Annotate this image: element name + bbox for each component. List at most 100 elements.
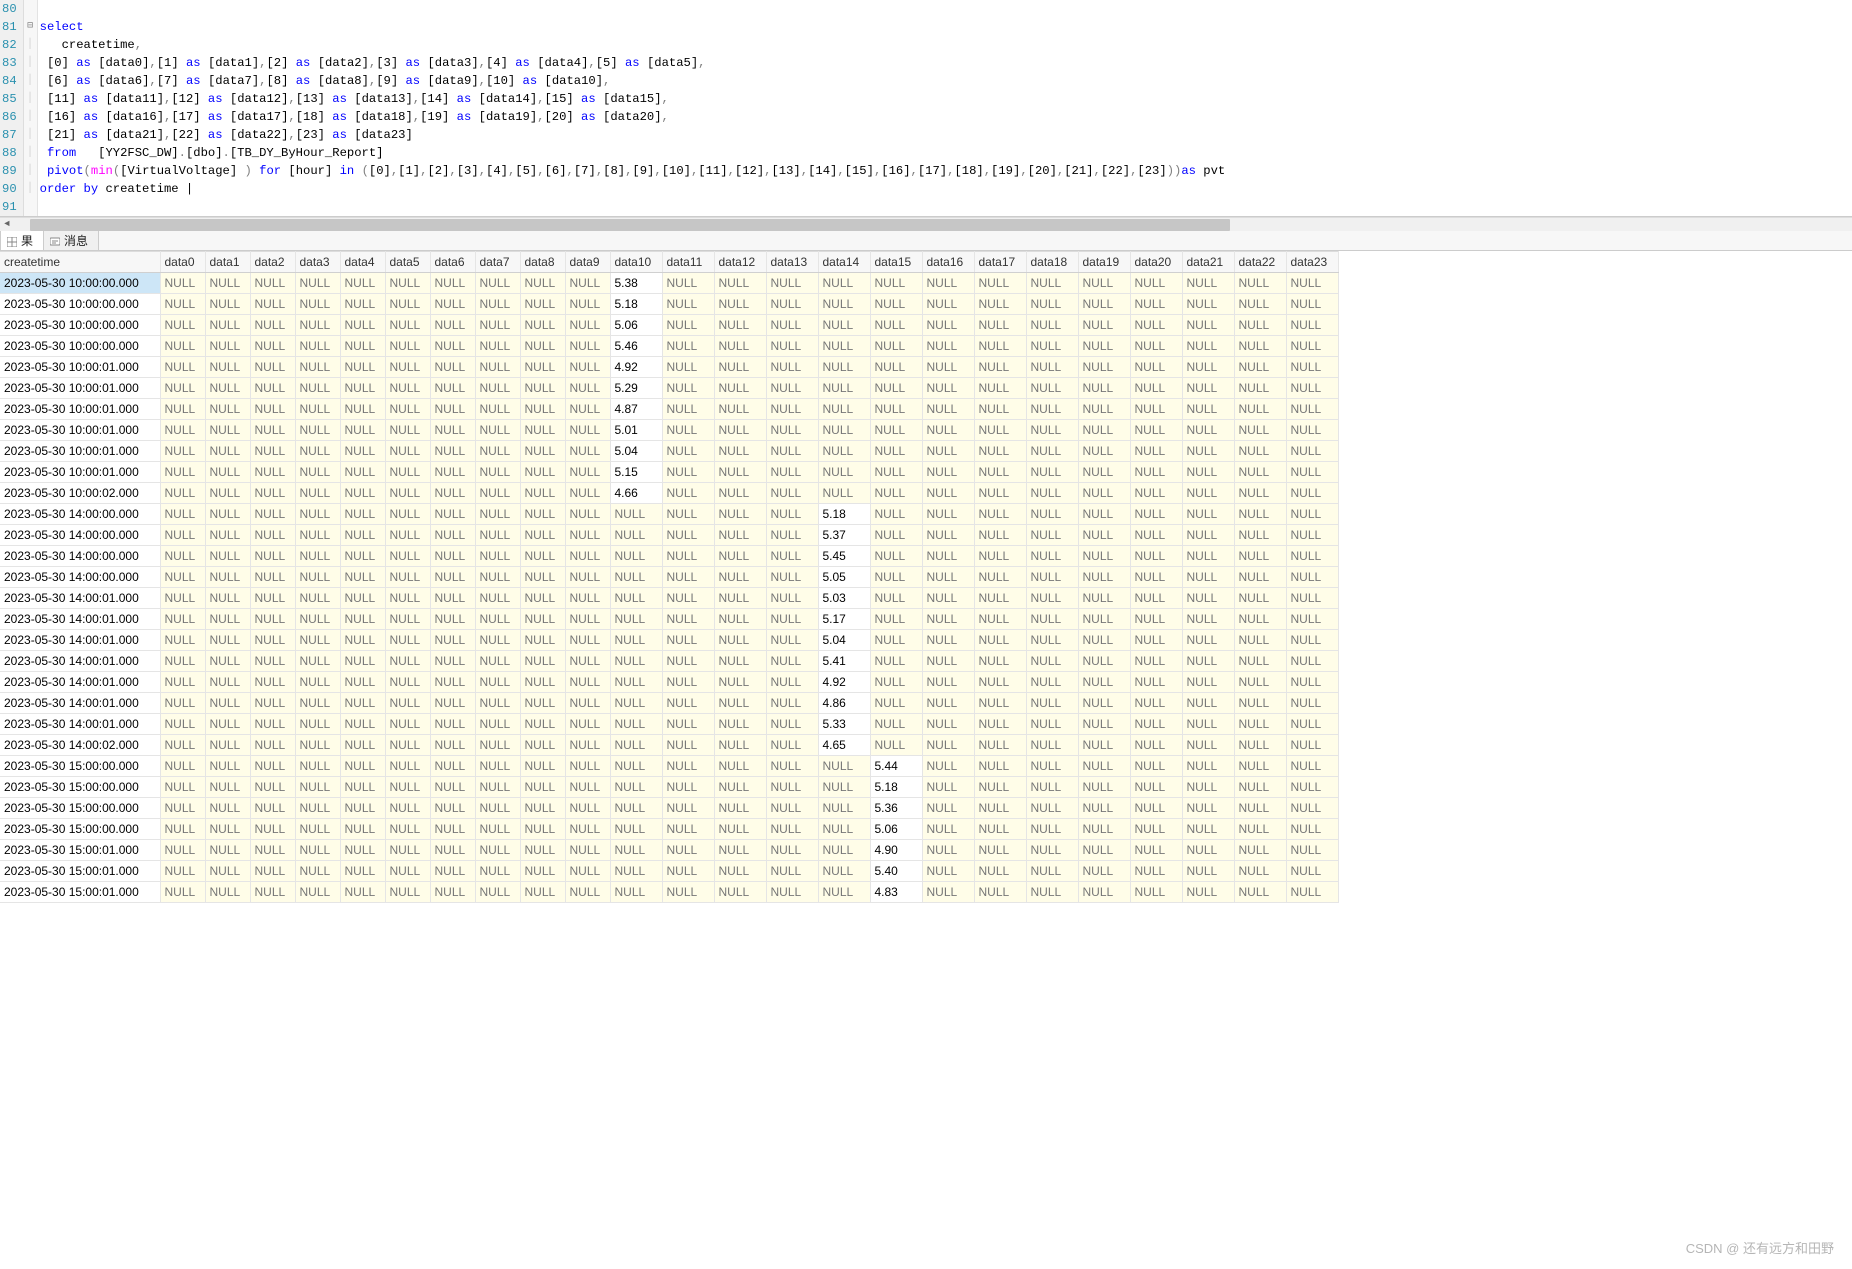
cell-data[interactable]: NULL bbox=[870, 735, 922, 756]
cell-createtime[interactable]: 2023-05-30 15:00:00.000 bbox=[0, 777, 160, 798]
cell-data[interactable]: NULL bbox=[974, 294, 1026, 315]
cell-data[interactable]: 4.87 bbox=[610, 399, 662, 420]
cell-data[interactable]: NULL bbox=[1234, 819, 1286, 840]
cell-data[interactable]: NULL bbox=[662, 588, 714, 609]
cell-data[interactable]: NULL bbox=[1286, 462, 1338, 483]
cell-data[interactable]: NULL bbox=[714, 525, 766, 546]
cell-data[interactable]: NULL bbox=[974, 609, 1026, 630]
cell-createtime[interactable]: 2023-05-30 15:00:00.000 bbox=[0, 798, 160, 819]
cell-data[interactable]: NULL bbox=[250, 651, 295, 672]
cell-data[interactable]: NULL bbox=[610, 756, 662, 777]
cell-data[interactable]: NULL bbox=[430, 441, 475, 462]
cell-data[interactable]: NULL bbox=[1026, 315, 1078, 336]
cell-data[interactable]: NULL bbox=[1026, 567, 1078, 588]
cell-data[interactable]: NULL bbox=[1130, 378, 1182, 399]
cell-data[interactable]: NULL bbox=[1130, 693, 1182, 714]
cell-data[interactable]: NULL bbox=[565, 861, 610, 882]
cell-data[interactable]: NULL bbox=[1130, 798, 1182, 819]
cell-data[interactable]: NULL bbox=[1234, 861, 1286, 882]
cell-data[interactable]: NULL bbox=[766, 588, 818, 609]
cell-data[interactable]: NULL bbox=[385, 882, 430, 903]
cell-data[interactable]: NULL bbox=[1026, 819, 1078, 840]
cell-data[interactable]: NULL bbox=[1130, 399, 1182, 420]
cell-data[interactable]: NULL bbox=[1078, 567, 1130, 588]
cell-data[interactable]: 5.38 bbox=[610, 273, 662, 294]
cell-data[interactable]: NULL bbox=[295, 693, 340, 714]
cell-data[interactable]: NULL bbox=[295, 735, 340, 756]
cell-data[interactable]: NULL bbox=[430, 504, 475, 525]
cell-data[interactable]: 4.90 bbox=[870, 840, 922, 861]
cell-data[interactable]: NULL bbox=[714, 672, 766, 693]
cell-data[interactable]: NULL bbox=[974, 651, 1026, 672]
cell-data[interactable]: NULL bbox=[250, 336, 295, 357]
table-row[interactable]: 2023-05-30 14:00:01.000NULLNULLNULLNULLN… bbox=[0, 609, 1338, 630]
cell-data[interactable]: NULL bbox=[160, 315, 205, 336]
cell-data[interactable]: NULL bbox=[1234, 672, 1286, 693]
cell-data[interactable]: NULL bbox=[1234, 315, 1286, 336]
cell-data[interactable]: NULL bbox=[160, 420, 205, 441]
cell-data[interactable]: NULL bbox=[818, 378, 870, 399]
cell-data[interactable]: NULL bbox=[205, 882, 250, 903]
cell-data[interactable]: NULL bbox=[1286, 630, 1338, 651]
cell-data[interactable]: 5.04 bbox=[818, 630, 870, 651]
cell-data[interactable]: NULL bbox=[766, 714, 818, 735]
column-header[interactable]: data16 bbox=[922, 252, 974, 273]
cell-data[interactable]: NULL bbox=[818, 861, 870, 882]
cell-data[interactable]: NULL bbox=[974, 378, 1026, 399]
cell-data[interactable]: NULL bbox=[250, 840, 295, 861]
cell-data[interactable]: NULL bbox=[766, 672, 818, 693]
cell-data[interactable]: NULL bbox=[870, 525, 922, 546]
cell-data[interactable]: NULL bbox=[1078, 378, 1130, 399]
cell-data[interactable]: 4.66 bbox=[610, 483, 662, 504]
cell-createtime[interactable]: 2023-05-30 10:00:00.000 bbox=[0, 273, 160, 294]
table-row[interactable]: 2023-05-30 14:00:01.000NULLNULLNULLNULLN… bbox=[0, 714, 1338, 735]
cell-data[interactable]: NULL bbox=[662, 798, 714, 819]
cell-data[interactable]: NULL bbox=[662, 756, 714, 777]
table-row[interactable]: 2023-05-30 10:00:00.000NULLNULLNULLNULLN… bbox=[0, 273, 1338, 294]
cell-data[interactable]: NULL bbox=[160, 693, 205, 714]
column-header[interactable]: data12 bbox=[714, 252, 766, 273]
cell-data[interactable]: NULL bbox=[870, 399, 922, 420]
cell-data[interactable]: NULL bbox=[766, 735, 818, 756]
cell-data[interactable]: NULL bbox=[1130, 756, 1182, 777]
cell-data[interactable]: NULL bbox=[714, 441, 766, 462]
cell-data[interactable]: NULL bbox=[766, 462, 818, 483]
cell-data[interactable]: NULL bbox=[714, 714, 766, 735]
cell-data[interactable]: NULL bbox=[295, 588, 340, 609]
cell-data[interactable]: NULL bbox=[870, 546, 922, 567]
cell-data[interactable]: NULL bbox=[922, 378, 974, 399]
column-header[interactable]: data20 bbox=[1130, 252, 1182, 273]
cell-data[interactable]: NULL bbox=[922, 882, 974, 903]
cell-data[interactable]: NULL bbox=[1026, 525, 1078, 546]
cell-data[interactable]: NULL bbox=[475, 399, 520, 420]
cell-data[interactable]: NULL bbox=[870, 357, 922, 378]
cell-data[interactable]: NULL bbox=[974, 441, 1026, 462]
cell-data[interactable]: NULL bbox=[1026, 357, 1078, 378]
cell-data[interactable]: NULL bbox=[475, 483, 520, 504]
cell-data[interactable]: NULL bbox=[1078, 315, 1130, 336]
cell-data[interactable]: NULL bbox=[1234, 357, 1286, 378]
cell-data[interactable]: NULL bbox=[1026, 273, 1078, 294]
cell-data[interactable]: NULL bbox=[1182, 861, 1234, 882]
cell-data[interactable]: NULL bbox=[160, 630, 205, 651]
cell-data[interactable]: NULL bbox=[922, 399, 974, 420]
cell-data[interactable]: NULL bbox=[520, 798, 565, 819]
cell-data[interactable]: NULL bbox=[475, 798, 520, 819]
cell-data[interactable]: NULL bbox=[430, 609, 475, 630]
cell-data[interactable]: NULL bbox=[205, 483, 250, 504]
cell-createtime[interactable]: 2023-05-30 14:00:00.000 bbox=[0, 525, 160, 546]
cell-data[interactable]: NULL bbox=[766, 399, 818, 420]
cell-data[interactable]: NULL bbox=[1182, 273, 1234, 294]
cell-data[interactable]: NULL bbox=[160, 777, 205, 798]
cell-data[interactable]: NULL bbox=[1286, 567, 1338, 588]
cell-data[interactable]: NULL bbox=[160, 651, 205, 672]
cell-data[interactable]: NULL bbox=[1130, 840, 1182, 861]
cell-data[interactable]: NULL bbox=[250, 630, 295, 651]
cell-data[interactable]: NULL bbox=[974, 756, 1026, 777]
cell-data[interactable]: NULL bbox=[1234, 777, 1286, 798]
cell-data[interactable]: NULL bbox=[766, 756, 818, 777]
cell-data[interactable]: NULL bbox=[1130, 588, 1182, 609]
cell-data[interactable]: NULL bbox=[922, 483, 974, 504]
cell-data[interactable]: NULL bbox=[1078, 819, 1130, 840]
cell-data[interactable]: NULL bbox=[385, 714, 430, 735]
